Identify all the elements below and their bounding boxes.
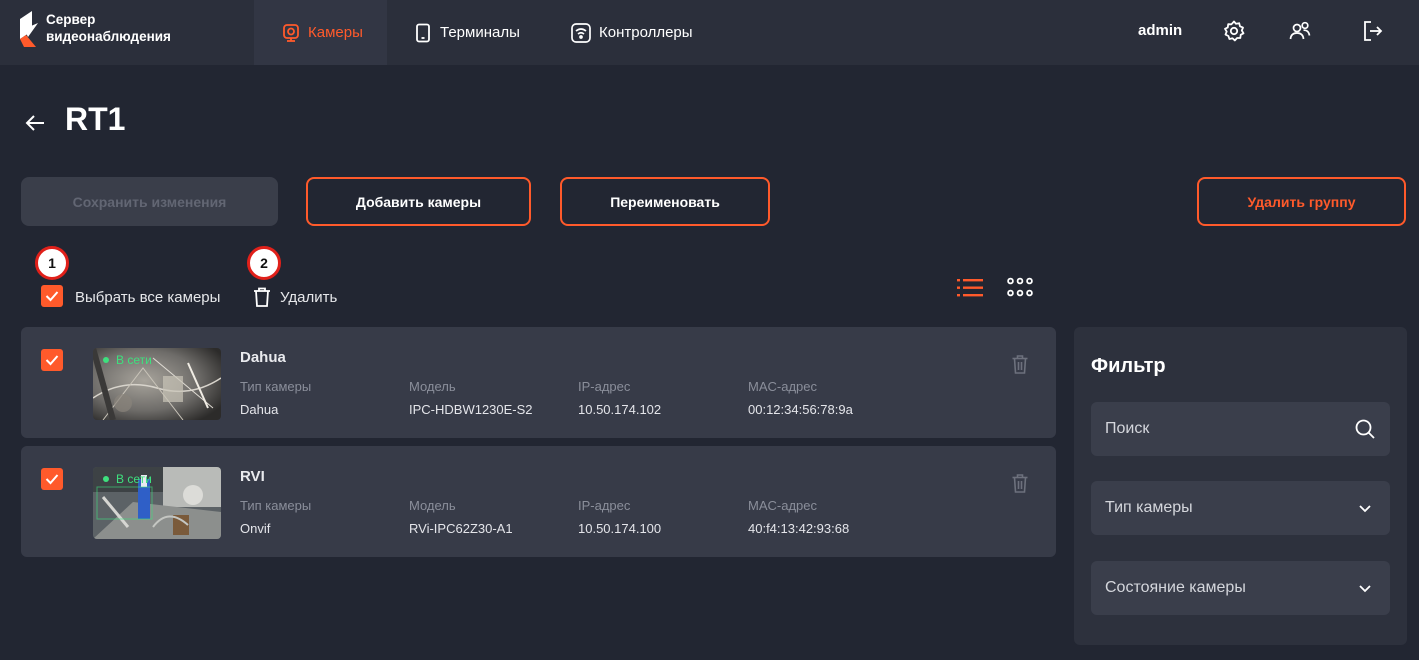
camera-ip-label: IP-адрес [578,498,631,513]
logo-text: Сервер видеонаблюдения [46,12,171,44]
camera-model-label: Модель [409,498,456,513]
camera-model-value: IPC-HDBW1230E-S2 [409,402,533,417]
chevron-down-icon [1359,505,1371,513]
camera-mac-label: MAC-адрес [748,498,817,513]
camera-type-dropdown[interactable]: Тип камеры [1091,481,1390,535]
delete-selected-label[interactable]: Удалить [280,289,337,306]
tab-cameras-label: Камеры [308,24,363,41]
back-arrow-icon[interactable] [24,112,46,134]
page-title: RT1 [65,101,126,137]
logo-icon [20,11,38,47]
list-view-icon[interactable] [957,277,983,299]
settings-icon[interactable] [1222,19,1246,43]
rename-button[interactable]: Переименовать [560,177,770,226]
grid-view-icon[interactable] [1007,277,1033,299]
select-all-label[interactable]: Выбрать все камеры [75,289,220,306]
logo[interactable]: Сервер видеонаблюдения [20,11,171,47]
terminal-icon [416,23,430,42]
logout-icon[interactable] [1361,19,1385,43]
camera-preview[interactable]: В сети [93,467,221,539]
camera-checkbox[interactable] [41,349,63,371]
status-badge: В сети [103,472,152,486]
chevron-down-icon [1359,585,1371,593]
camera-card[interactable]: В сети Dahua Тип камеры Dahua Модель IPC… [21,327,1056,438]
camera-type-label: Тип камеры [240,498,312,513]
add-cameras-button[interactable]: Добавить камеры [306,177,531,226]
camera-type-dropdown-label: Тип камеры [1105,499,1193,516]
tab-terminals-label: Терминалы [440,24,520,41]
status-dot [103,357,109,363]
checkmark-icon [45,474,59,485]
delete-camera-icon[interactable] [1011,354,1029,375]
checkmark-icon [45,291,59,302]
search-field[interactable] [1091,402,1390,456]
annotation-badge-2: 2 [247,246,281,280]
camera-preview[interactable]: В сети [93,348,221,420]
search-input[interactable] [1091,402,1351,456]
camera-ip-label: IP-адрес [578,379,631,394]
top-bar: Сервер видеонаблюдения Камеры Терминалы … [0,0,1419,65]
camera-icon [283,23,299,42]
status-badge: В сети [103,353,152,367]
camera-model-value: RVi-IPC62Z30-A1 [409,521,513,536]
tab-controllers[interactable]: Контроллеры [570,0,693,65]
camera-mac-value: 40:f4:13:42:93:68 [748,521,850,536]
save-changes-button[interactable]: Сохранить изменения [21,177,278,226]
camera-type-value: Dahua [240,402,279,417]
users-icon[interactable] [1288,19,1312,43]
delete-group-button[interactable]: Удалить группу [1197,177,1406,226]
camera-mac-value: 00:12:34:56:78:9a [748,402,853,417]
camera-checkbox[interactable] [41,468,63,490]
camera-ip-value: 10.50.174.100 [578,521,662,536]
camera-ip-value: 10.50.174.102 [578,402,662,417]
camera-card[interactable]: В сети RVI Тип камеры Onvif Модель RVi-I… [21,446,1056,557]
filter-panel: Фильтр Тип камеры Состояние камеры [1074,327,1407,645]
camera-name: RVI [240,468,265,485]
filter-title: Фильтр [1091,355,1166,377]
trash-icon[interactable] [252,286,272,308]
annotation-badge-1: 1 [35,246,69,280]
tab-terminals[interactable]: Терминалы [413,0,520,65]
search-icon[interactable] [1354,418,1376,440]
camera-mac-label: MAC-адрес [748,379,817,394]
tab-controllers-label: Контроллеры [599,24,693,41]
tab-cameras[interactable]: Камеры [254,0,387,65]
delete-camera-icon[interactable] [1011,473,1029,494]
controller-icon [571,22,591,43]
camera-type-value: Onvif [240,521,271,536]
user-name[interactable]: admin [1138,22,1182,39]
camera-name: Dahua [240,349,286,366]
camera-model-label: Модель [409,379,456,394]
status-dot [103,476,109,482]
camera-state-dropdown-label: Состояние камеры [1105,579,1246,596]
select-all-checkbox[interactable] [41,285,63,307]
camera-type-label: Тип камеры [240,379,312,394]
camera-state-dropdown[interactable]: Состояние камеры [1091,561,1390,615]
checkmark-icon [45,355,59,366]
